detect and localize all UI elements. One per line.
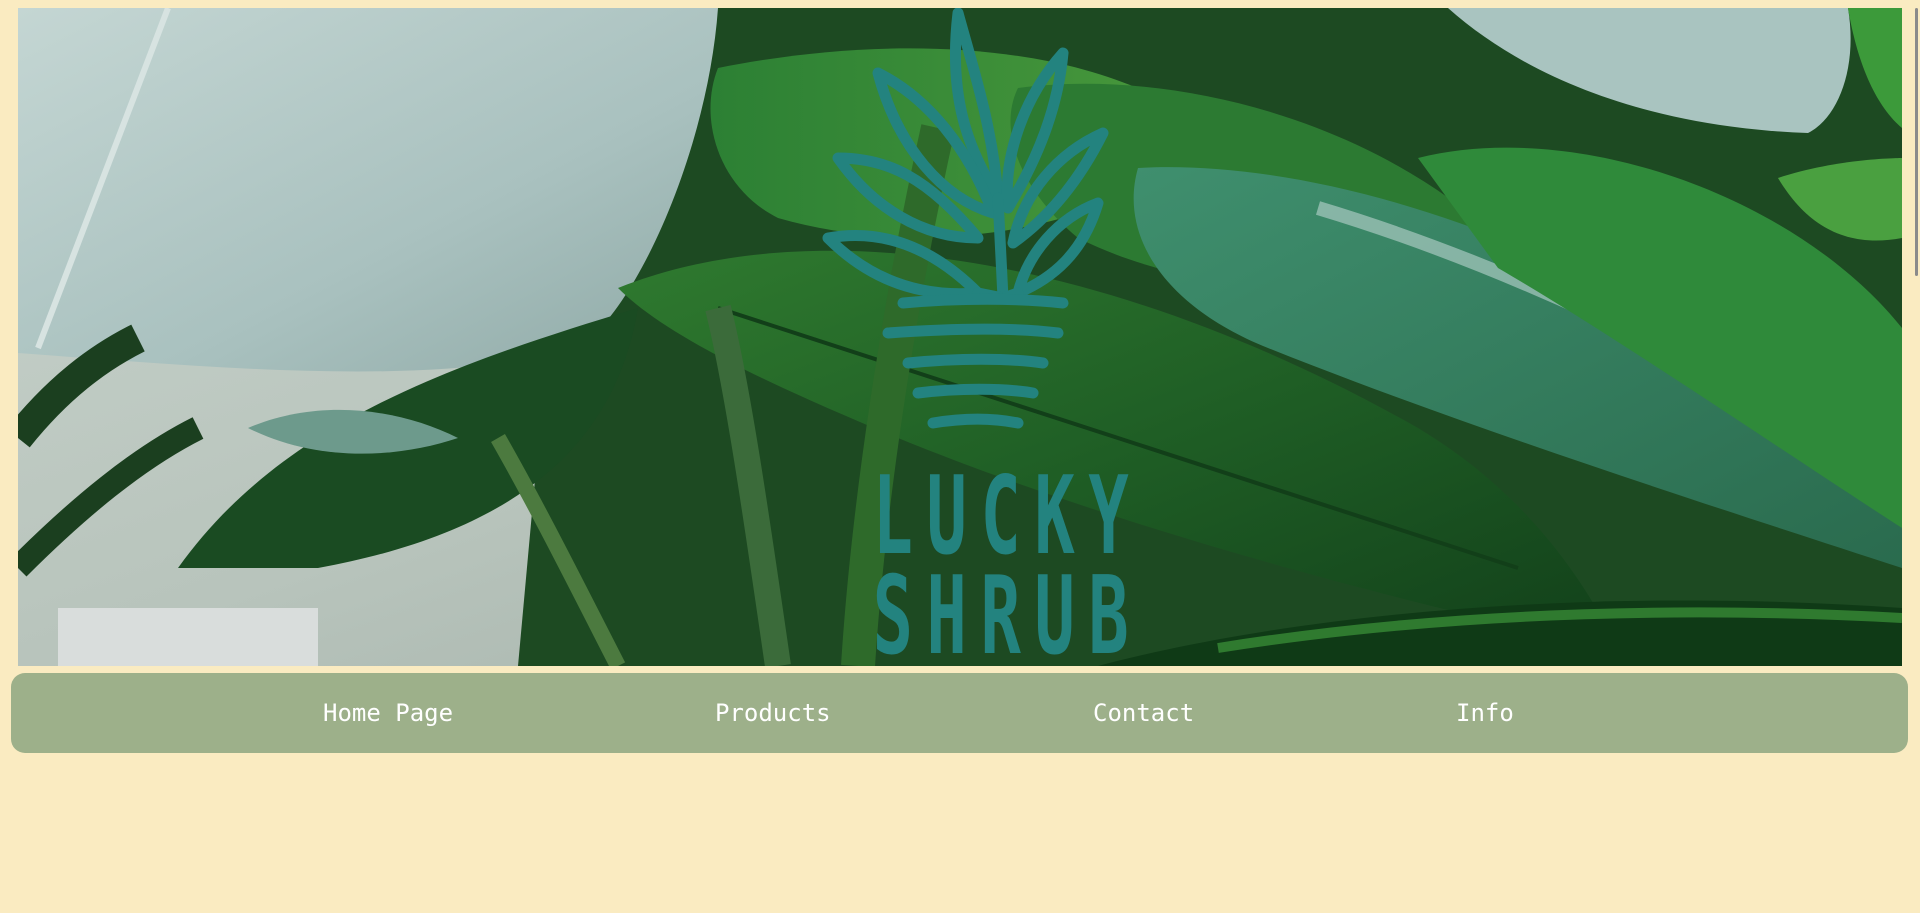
page-scrollbar[interactable] <box>1915 8 1918 276</box>
shrub-leaf-icon <box>822 8 1109 429</box>
page: LUCKY SHRUB Home Page Products Contact I… <box>0 0 1920 913</box>
brand-logo[interactable]: LUCKY SHRUB <box>808 8 1148 666</box>
main-navbar: Home Page Products Contact Info <box>11 673 1908 753</box>
nav-contact-link[interactable]: Contact <box>1093 673 1194 753</box>
nav-home-page-link[interactable]: Home Page <box>323 673 453 753</box>
nav-products-link[interactable]: Products <box>715 673 831 753</box>
brand-name-line2: SHRUB <box>872 554 1143 667</box>
hero-banner: LUCKY SHRUB <box>18 8 1902 666</box>
nav-info-link[interactable]: Info <box>1456 673 1514 753</box>
